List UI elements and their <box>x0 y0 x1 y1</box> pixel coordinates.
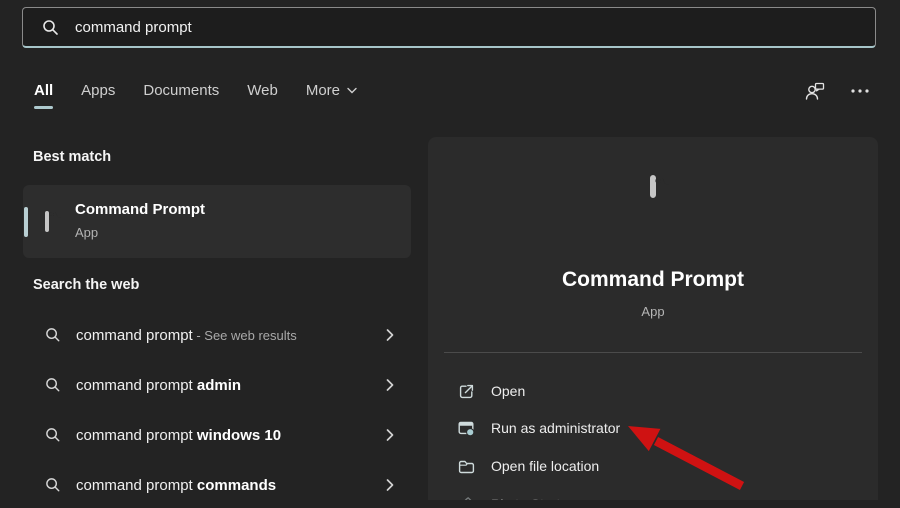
tab-web[interactable]: Web <box>247 82 278 99</box>
action-open[interactable]: Open <box>428 372 878 410</box>
suggestion-text: command prompt commands <box>76 477 276 494</box>
search-input[interactable]: command prompt <box>22 7 876 48</box>
web-suggestion-row[interactable]: command prompt windows 10 <box>23 412 411 458</box>
selection-accent-bar <box>24 207 28 237</box>
web-suggestion-row[interactable]: command prompt commands <box>23 462 411 508</box>
more-options-icon[interactable] <box>850 88 870 94</box>
app-preview-panel: C:\_ Command Prompt App Open Run as admi… <box>428 137 878 500</box>
action-open-file-location[interactable]: Open file location <box>428 447 878 485</box>
preview-app-type: App <box>428 304 878 319</box>
action-label: Pin to Start <box>491 496 560 500</box>
tab-apps[interactable]: Apps <box>81 82 115 99</box>
best-match-result[interactable]: C:\_ Command Prompt App <box>23 185 411 258</box>
preview-app-name: Command Prompt <box>428 268 878 292</box>
tab-documents[interactable]: Documents <box>143 82 219 99</box>
action-pin-to-start[interactable]: Pin to Start <box>428 485 878 500</box>
web-suggestion-row[interactable]: command prompt - See web results <box>23 312 411 358</box>
search-filter-tabs: All Apps Documents Web More <box>34 82 357 99</box>
chevron-right-icon[interactable] <box>386 429 394 442</box>
search-icon <box>42 19 59 36</box>
search-query-text: command prompt <box>75 19 192 36</box>
action-label: Open file location <box>491 458 599 474</box>
command-prompt-app-icon: C:\_ <box>45 213 49 231</box>
chevron-right-icon[interactable] <box>386 479 394 492</box>
search-icon <box>45 377 61 393</box>
action-label: Open <box>491 383 525 399</box>
best-match-app-name: Command Prompt <box>75 201 205 218</box>
chevron-right-icon[interactable] <box>386 379 394 392</box>
suggestion-text: command prompt admin <box>76 377 241 394</box>
web-suggestion-row[interactable]: command prompt admin <box>23 362 411 408</box>
chevron-down-icon <box>347 87 357 94</box>
suggestion-text: command prompt - See web results <box>76 327 297 344</box>
search-icon <box>45 427 61 443</box>
divider <box>444 352 862 353</box>
command-prompt-app-icon-large: C:\_ <box>650 178 656 196</box>
search-icon <box>45 477 61 493</box>
open-external-icon <box>458 383 475 400</box>
search-web-heading: Search the web <box>33 277 139 293</box>
suggestion-text: command prompt windows 10 <box>76 427 281 444</box>
chevron-right-icon[interactable] <box>386 329 394 342</box>
tab-selected-underline <box>34 106 53 110</box>
tab-more[interactable]: More <box>306 82 357 99</box>
best-match-app-type: App <box>75 225 98 240</box>
folder-icon <box>458 458 475 475</box>
action-label: Run as administrator <box>491 420 620 436</box>
pin-icon <box>458 496 475 501</box>
user-feedback-icon[interactable] <box>804 80 826 102</box>
header-icons <box>804 80 870 102</box>
action-run-as-administrator[interactable]: Run as administrator <box>428 409 878 447</box>
search-icon <box>45 327 61 343</box>
tab-all[interactable]: All <box>34 82 53 99</box>
run-as-admin-icon <box>458 420 475 437</box>
best-match-heading: Best match <box>33 149 111 165</box>
